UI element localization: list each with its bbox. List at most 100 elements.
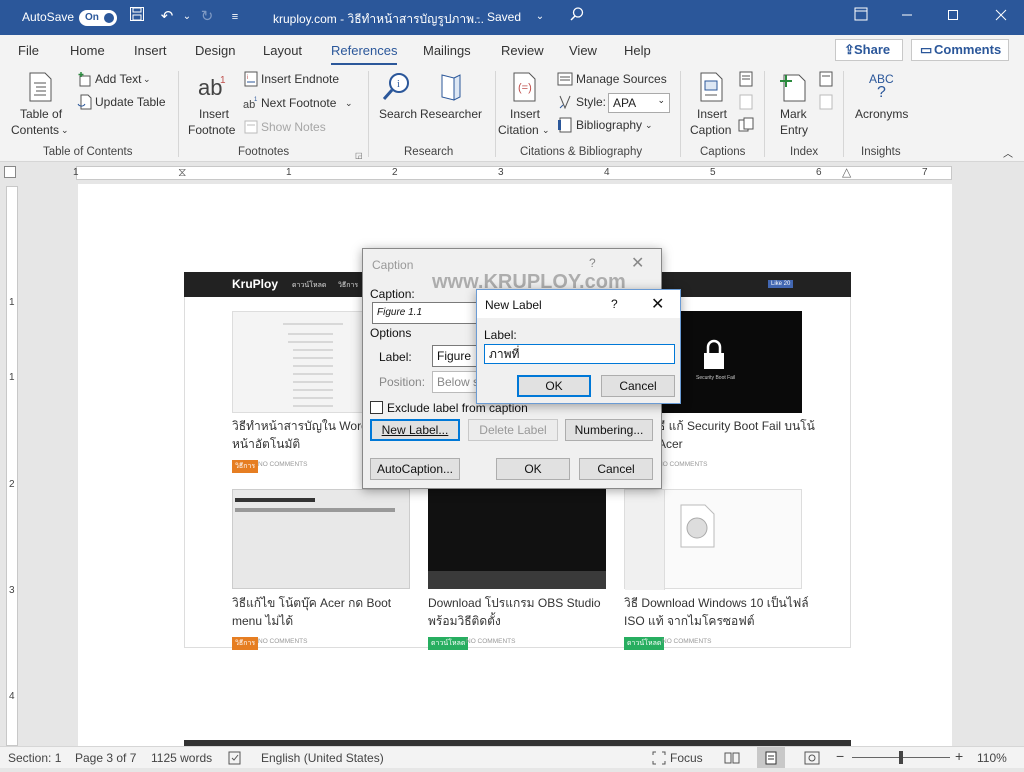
toc-label-1: Table of: [20, 107, 63, 121]
tab-home[interactable]: Home: [70, 43, 105, 58]
bibliography-icon: [558, 117, 572, 133]
next-footnote-icon: ab1: [243, 97, 258, 111]
comments-button[interactable]: ▭ Comments: [911, 39, 1009, 61]
add-text-button[interactable]: Add Text: [95, 71, 141, 87]
add-text-icon: [78, 72, 91, 87]
zoom-out-button[interactable]: −: [836, 748, 844, 764]
insert-table-of-figures-icon[interactable]: [738, 71, 754, 87]
post-title: Download โปรแกรม OBS Studio: [428, 596, 601, 610]
insert-footnote-label-1: Insert: [199, 107, 230, 121]
new-label-ok-button[interactable]: OK: [517, 375, 591, 397]
search-icon: i: [382, 73, 409, 100]
right-indent-marker-icon[interactable]: △: [842, 165, 851, 179]
new-label-button[interactable]: New Label...: [370, 419, 460, 441]
autocaption-button[interactable]: AutoCaption...: [370, 458, 460, 480]
tab-mailings[interactable]: Mailings: [423, 43, 471, 58]
share-label: Share: [854, 42, 891, 57]
new-label-cancel-button[interactable]: Cancel: [601, 375, 675, 397]
help-icon[interactable]: ?: [589, 256, 596, 270]
zoom-level[interactable]: 110%: [977, 751, 1007, 765]
search-icon[interactable]: [566, 6, 588, 28]
next-footnote-button[interactable]: Next Footnote: [261, 95, 336, 111]
vertical-ruler[interactable]: 1 1 2 3 4: [6, 186, 18, 746]
left-indent-marker-icon[interactable]: ⧖: [178, 165, 186, 180]
caption-input[interactable]: Figure 1.1: [372, 302, 482, 324]
style-select[interactable]: APA ⌄: [608, 93, 670, 113]
tab-review[interactable]: Review: [501, 43, 544, 58]
ruler-number: 5: [710, 167, 716, 178]
section-indicator[interactable]: Section: 1: [8, 751, 61, 765]
proofing-icon[interactable]: [228, 751, 242, 768]
group-label-citations: Citations & Bibliography: [520, 146, 643, 158]
update-table-button[interactable]: Update Table: [95, 94, 166, 110]
collapse-ribbon-icon[interactable]: ︿: [1003, 147, 1013, 163]
ruler-number: 1: [9, 372, 15, 383]
page-indicator[interactable]: Page 3 of 7: [75, 751, 136, 765]
focus-button[interactable]: Focus: [670, 751, 703, 765]
insert-index-icon[interactable]: [818, 71, 834, 87]
tab-layout[interactable]: Layout: [263, 43, 302, 58]
ribbon-display-icon[interactable]: [850, 6, 872, 28]
chevron-down-icon: ⌄: [542, 125, 550, 135]
cross-reference-icon[interactable]: [738, 117, 754, 133]
ruler-number: 3: [498, 167, 504, 178]
minimize-icon[interactable]: [896, 6, 918, 28]
customize-toolbar-icon[interactable]: ≡: [224, 6, 246, 28]
saved-dropdown-icon[interactable]: ⌄: [529, 6, 551, 28]
caption-ok-button[interactable]: OK: [496, 458, 570, 480]
bibliography-button[interactable]: Bibliography: [576, 117, 642, 133]
help-icon[interactable]: ?: [611, 297, 618, 311]
web-layout-icon[interactable]: [804, 751, 820, 768]
manage-sources-button[interactable]: Manage Sources: [576, 71, 667, 87]
insert-endnote-button[interactable]: Insert Endnote: [261, 71, 339, 87]
autosave-toggle[interactable]: On: [79, 10, 117, 26]
save-icon[interactable]: [126, 6, 148, 28]
label-select[interactable]: Figure: [432, 345, 482, 367]
post-comments: NO COMMENTS: [258, 638, 308, 645]
read-mode-icon[interactable]: [724, 751, 740, 768]
zoom-slider-thumb[interactable]: [899, 751, 903, 764]
horizontal-ruler[interactable]: 1 1 2 3 4 5 6 7 ⧖ △: [73, 165, 952, 180]
undo-icon[interactable]: ↶: [156, 6, 178, 28]
exclude-label-checkbox[interactable]: [370, 401, 383, 414]
focus-icon[interactable]: [652, 751, 666, 768]
tab-help[interactable]: Help: [624, 43, 651, 58]
tab-references[interactable]: References: [331, 43, 398, 66]
chevron-down-icon: ⌄: [345, 98, 353, 108]
post-title: ธี แก้ Security Boot Fail บนโน้: [658, 419, 815, 433]
position-select: Below s: [432, 371, 482, 393]
print-layout-button[interactable]: [757, 747, 785, 768]
post-comments: NO COMMENTS: [658, 461, 708, 468]
numbering-button[interactable]: Numbering...: [565, 419, 653, 441]
post-title: ISO แท้ จากไมโครซอฟต์: [624, 614, 755, 628]
caption-cancel-button[interactable]: Cancel: [579, 458, 653, 480]
label-field-label: Label:: [379, 350, 412, 364]
maximize-icon[interactable]: [942, 6, 964, 28]
new-label-input[interactable]: ภาพที่: [484, 344, 675, 364]
show-notes-icon: [244, 120, 258, 134]
ruler-number: 7: [922, 167, 928, 178]
post-category-badge: ดาวน์โหลด: [428, 637, 469, 650]
svg-text:i: i: [247, 75, 248, 81]
tab-view[interactable]: View: [569, 43, 597, 58]
post-thumbnail: [428, 489, 606, 589]
language-indicator[interactable]: English (United States): [261, 751, 384, 765]
close-icon[interactable]: ✕: [631, 253, 644, 273]
tab-design[interactable]: Design: [195, 43, 235, 58]
acronyms-label: Acronyms: [855, 107, 909, 121]
close-icon[interactable]: [990, 6, 1012, 28]
post-comments: NO COMMENTS: [258, 461, 308, 468]
toc-label-2: Contents: [11, 123, 60, 137]
close-icon[interactable]: ✕: [651, 294, 664, 314]
researcher-label: Researcher: [420, 107, 483, 121]
mark-entry-label-1: Mark: [780, 107, 807, 121]
new-label-field-label: Label:: [484, 328, 517, 342]
post-category-badge: วิธีการ: [232, 460, 259, 473]
zoom-in-button[interactable]: +: [955, 748, 963, 764]
tab-insert[interactable]: Insert: [134, 43, 167, 58]
word-count[interactable]: 1125 words: [151, 751, 212, 765]
tab-selector[interactable]: [4, 166, 16, 178]
undo-dropdown-icon[interactable]: ⌄: [176, 6, 198, 28]
tab-file[interactable]: File: [18, 43, 39, 58]
share-button[interactable]: ⇪Share: [835, 39, 903, 61]
